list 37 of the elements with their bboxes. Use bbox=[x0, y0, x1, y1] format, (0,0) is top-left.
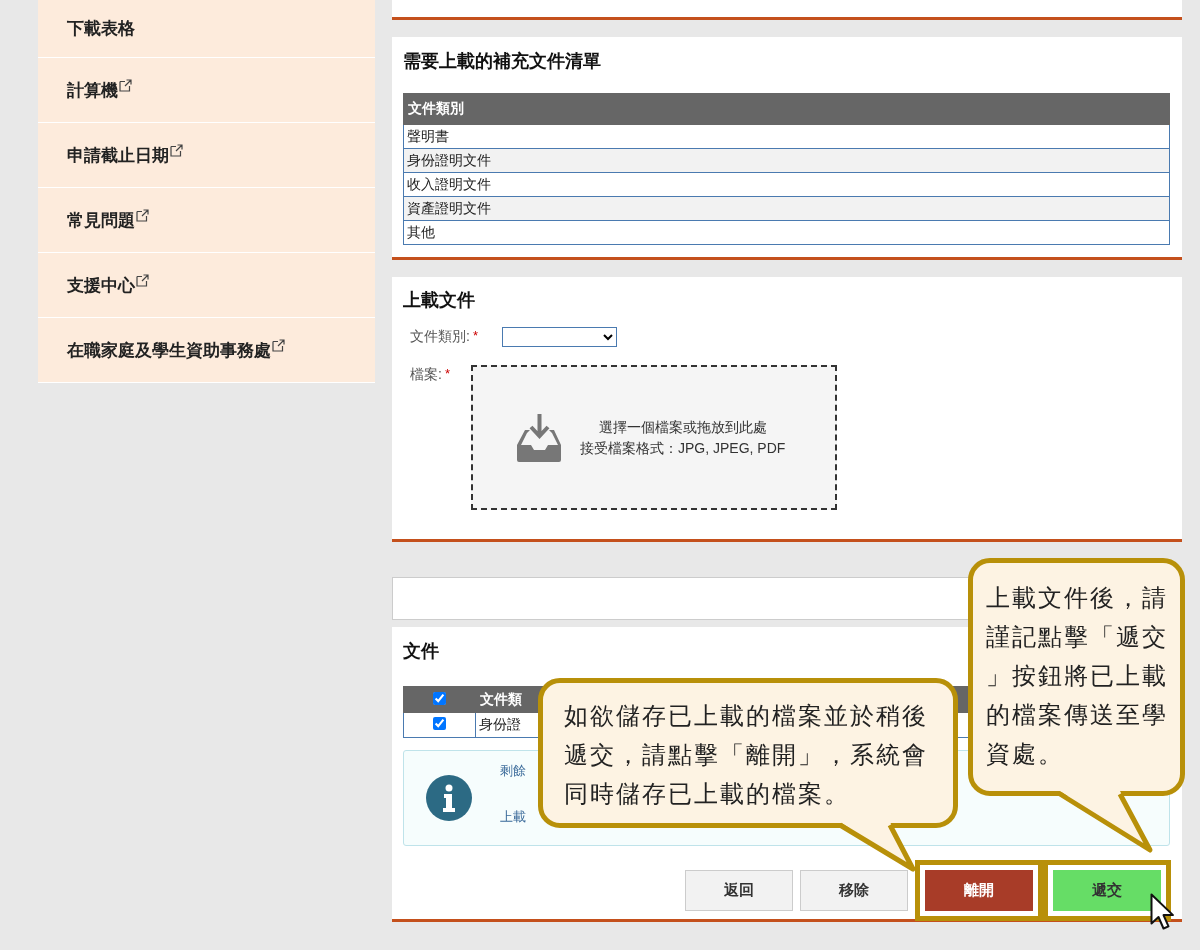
table-cell: 身份證明文件 bbox=[403, 148, 1170, 173]
section-title: 上載文件 bbox=[403, 289, 476, 312]
file-dropzone[interactable]: 選擇一個檔案或拖放到此處 接受檔案格式：JPG, JPEG, PDF bbox=[471, 365, 837, 510]
external-link-icon bbox=[119, 78, 132, 92]
column-header: 文件類別 bbox=[403, 93, 1170, 125]
required-mark: * bbox=[444, 366, 450, 383]
dropzone-text: 接受檔案格式：JPG, JPEG, PDF bbox=[580, 438, 786, 458]
info-icon bbox=[426, 775, 472, 821]
action-button[interactable]: 遞交 bbox=[1053, 870, 1161, 911]
external-link-icon bbox=[136, 208, 149, 222]
external-link-icon bbox=[170, 143, 183, 157]
action-button[interactable]: 返回 bbox=[685, 870, 793, 911]
sidebar-link[interactable]: 下載表格 bbox=[67, 17, 135, 40]
download-tray-icon bbox=[517, 413, 562, 462]
info-text: 上載 bbox=[500, 808, 526, 826]
category-dropdown[interactable] bbox=[502, 327, 617, 347]
sidebar-link[interactable]: 申請截止日期 bbox=[67, 143, 183, 167]
info-text: 剩餘 bbox=[500, 762, 526, 780]
section-title: 需要上載的補充文件清單 bbox=[403, 50, 602, 73]
table-cell: 收入證明文件 bbox=[403, 172, 1170, 197]
select-all-checkbox[interactable] bbox=[433, 691, 446, 705]
table-cell: 聲明書 bbox=[403, 124, 1170, 149]
action-button[interactable]: 離開 bbox=[925, 870, 1033, 911]
external-link-icon bbox=[272, 338, 285, 352]
row-checkbox[interactable] bbox=[433, 717, 446, 730]
required-mark: * bbox=[472, 328, 478, 345]
sidebar-link[interactable]: 常見問題 bbox=[67, 208, 149, 232]
table-cell: 資產證明文件 bbox=[403, 196, 1170, 221]
dropzone-text: 選擇一個檔案或拖放到此處 bbox=[598, 417, 767, 437]
field-label: 檔案: bbox=[410, 366, 442, 384]
action-button[interactable]: 移除 bbox=[800, 870, 908, 911]
sidebar-link[interactable]: 支援中心 bbox=[67, 273, 149, 297]
field-label: 文件類別: bbox=[410, 328, 470, 346]
table-cell: 其他 bbox=[403, 220, 1170, 245]
external-link-icon bbox=[136, 273, 149, 287]
section-title: 文件 bbox=[403, 640, 440, 663]
sidebar-link[interactable]: 計算機 bbox=[67, 78, 132, 102]
